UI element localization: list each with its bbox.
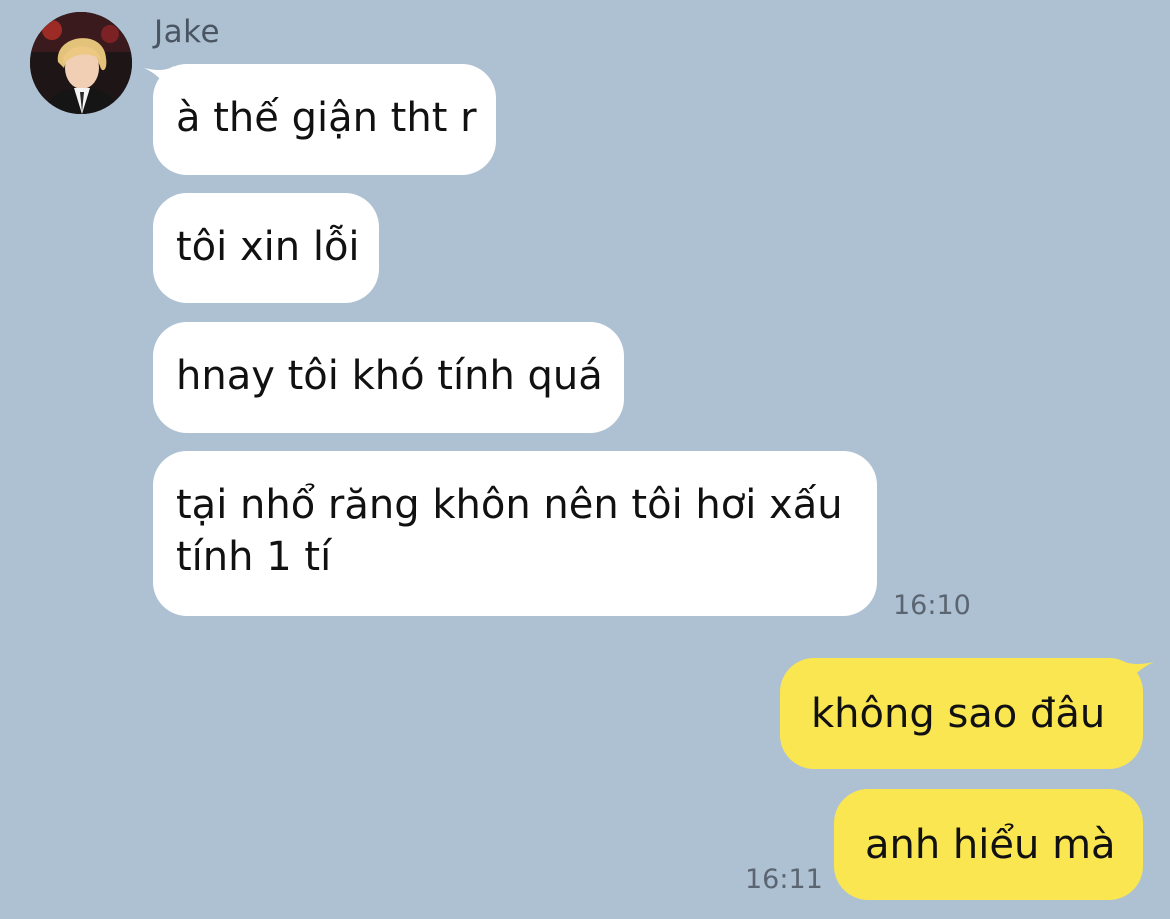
message-text: à thế giận tht r xyxy=(176,95,477,141)
incoming-message[interactable]: tôi xin lỗi xyxy=(153,193,379,303)
message-text: tại nhổ răng khôn nên tôi hơi xấu tính 1… xyxy=(176,482,843,580)
message-text: không sao đâu xyxy=(811,691,1106,737)
outgoing-message[interactable]: không sao đâu xyxy=(780,658,1143,769)
sender-name: Jake xyxy=(154,14,221,50)
incoming-message[interactable]: tại nhổ răng khôn nên tôi hơi xấu tính 1… xyxy=(153,451,877,616)
message-text: hnay tôi khó tính quá xyxy=(176,353,603,399)
message-timestamp: 16:11 xyxy=(745,864,823,895)
message-text: anh hiểu mà xyxy=(865,822,1116,868)
incoming-message[interactable]: hnay tôi khó tính quá xyxy=(153,322,624,433)
profile-photo-icon xyxy=(30,12,132,114)
message-text: tôi xin lỗi xyxy=(176,224,360,270)
message-timestamp: 16:10 xyxy=(893,590,971,621)
avatar[interactable] xyxy=(30,12,132,114)
outgoing-message[interactable]: anh hiểu mà xyxy=(834,789,1143,900)
incoming-message[interactable]: à thế giận tht r xyxy=(153,64,496,175)
